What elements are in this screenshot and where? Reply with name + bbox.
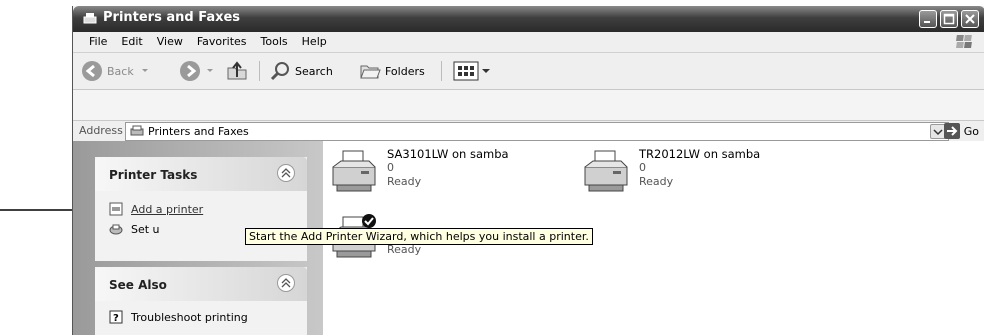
toolbar: Back Search Folders — [73, 53, 984, 90]
close-button[interactable] — [961, 10, 979, 28]
windows-logo-icon — [956, 35, 972, 48]
printer-icon — [584, 150, 628, 192]
printer-job-count: 0 — [639, 161, 646, 174]
up-folder-button[interactable] — [225, 60, 249, 82]
menu-view[interactable]: View — [150, 32, 190, 52]
printer-name: SA3101LW on samba — [387, 147, 509, 161]
printer-status: Ready — [387, 175, 422, 188]
search-label: Search — [295, 64, 333, 78]
printers-folder-icon — [83, 13, 97, 24]
menu-tools[interactable]: Tools — [254, 32, 295, 52]
see-also-panel: See Also ? Troubleshoot printing — [95, 267, 307, 335]
collapse-button[interactable] — [277, 164, 295, 182]
printer-item[interactable]: SA3101LW on samba 0 Ready — [329, 147, 569, 207]
printer-name: TR2012LW on samba — [639, 147, 761, 161]
printer-item[interactable]: TR2012LW on samba 0 Ready — [581, 147, 821, 207]
help-icon: ? — [109, 310, 123, 324]
up-folder-icon — [227, 61, 247, 80]
printers-folder-icon — [130, 125, 144, 136]
window-title: Printers and Faxes — [103, 10, 241, 25]
fax-icon — [109, 224, 123, 235]
printer-job-count: 0 — [387, 161, 394, 174]
forward-button[interactable] — [179, 60, 215, 82]
chevron-up-icon — [281, 278, 291, 288]
add-printer-task[interactable]: Add a printer — [95, 199, 307, 219]
tooltip: Start the Add Printer Wizard, which help… — [245, 228, 593, 245]
printer-tasks-title: Printer Tasks — [109, 168, 198, 182]
printer-tasks-header[interactable]: Printer Tasks — [95, 157, 307, 191]
svg-text:?: ? — [113, 313, 119, 324]
close-icon — [965, 14, 975, 24]
minimize-button[interactable] — [919, 10, 937, 28]
printer-icon — [332, 150, 376, 192]
go-arrow-icon — [943, 123, 960, 139]
title-bar: Printers and Faxes — [73, 6, 984, 32]
menu-file[interactable]: File — [73, 32, 114, 52]
folders-button[interactable]: Folders — [359, 60, 425, 82]
go-label: Go — [963, 124, 979, 138]
add-printer-icon — [109, 202, 123, 216]
setup-fax-label: Set u — [131, 222, 160, 236]
printer-tasks-panel: Printer Tasks Add a printer Set u — [95, 157, 307, 261]
dropdown-arrow-icon — [141, 69, 148, 72]
add-printer-link[interactable]: Add a printer — [131, 203, 203, 216]
folders-icon — [360, 65, 381, 79]
address-label: Address — [79, 124, 123, 137]
address-field[interactable]: Printers and Faxes — [125, 122, 949, 141]
back-arrow-icon — [82, 61, 102, 81]
see-also-title: See Also — [109, 278, 167, 292]
menu-favorites[interactable]: Favorites — [190, 32, 254, 52]
chevron-up-icon — [281, 168, 291, 178]
minimize-icon — [924, 21, 930, 23]
default-check-icon — [362, 214, 376, 228]
folders-label: Folders — [385, 64, 425, 78]
menu-bar: File Edit View Favorites Tools Help — [73, 32, 984, 53]
address-bar: Address Printers and Faxes Go — [73, 120, 984, 141]
maximize-button[interactable] — [940, 10, 958, 28]
see-also-header[interactable]: See Also — [95, 267, 307, 301]
search-button[interactable]: Search — [269, 60, 333, 82]
menu-help[interactable]: Help — [295, 32, 334, 52]
back-button[interactable]: Back — [81, 60, 150, 82]
troubleshoot-label: Troubleshoot printing — [131, 310, 248, 324]
go-button[interactable]: Go — [943, 123, 979, 139]
maximize-icon — [943, 13, 955, 25]
forward-arrow-icon — [180, 61, 200, 81]
explorer-window: Printers and Faxes File Edit View Favorites… — [72, 6, 984, 335]
printer-status: Ready — [639, 175, 674, 188]
back-label: Back — [107, 64, 134, 78]
menu-edit[interactable]: Edit — [114, 32, 149, 52]
views-button[interactable] — [453, 61, 493, 81]
search-icon — [270, 62, 289, 81]
collapse-button[interactable] — [277, 274, 295, 292]
troubleshoot-task[interactable]: ? Troubleshoot printing — [95, 307, 307, 327]
address-value: Printers and Faxes — [148, 125, 249, 138]
dropdown-arrow-icon — [207, 69, 213, 72]
